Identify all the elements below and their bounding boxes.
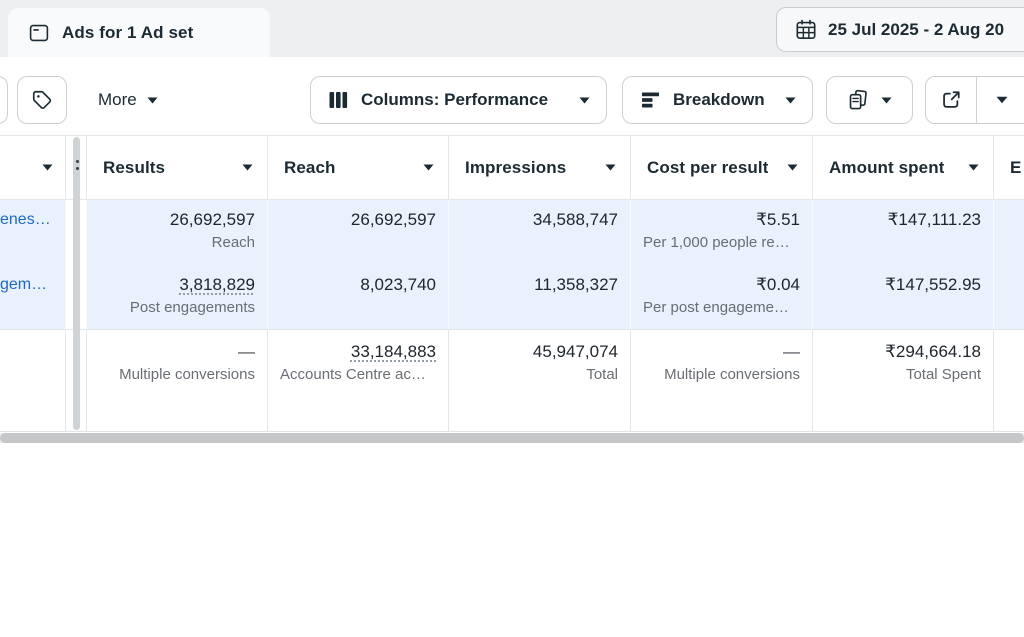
tags-button[interactable] [17, 76, 67, 124]
column-header-cost-per-result[interactable]: Cost per result [630, 136, 812, 199]
chevron-down-icon[interactable] [968, 164, 979, 171]
toolbar-partial-button[interactable] [0, 76, 8, 124]
breakdown-icon [641, 91, 660, 109]
cell-partial [993, 265, 1024, 329]
chevron-down-icon [785, 97, 796, 104]
chevron-down-icon [996, 96, 1008, 104]
chevron-down-icon[interactable] [787, 164, 798, 171]
columns-icon [329, 90, 348, 110]
cell-impressions: 34,588,747 [448, 200, 630, 265]
table-row[interactable]: gem… 3,818,829 Post engagements 8,023,74… [0, 265, 1024, 330]
cell-amount-spent: ₹147,552.95 [812, 265, 993, 329]
cell-reach: 26,692,597 [267, 200, 448, 265]
column-header-impressions[interactable]: Impressions [448, 136, 630, 199]
column-header-reach[interactable]: Reach [267, 136, 448, 199]
breakdown-button[interactable]: Breakdown [622, 76, 813, 124]
top-bar: Ads for 1 Ad set 25 Jul 2025 - 2 Aug 20 [0, 0, 1024, 57]
tag-icon [31, 89, 53, 111]
totals-partial [993, 330, 1024, 431]
chevron-down-icon[interactable] [423, 164, 434, 171]
chevron-down-icon [579, 97, 590, 104]
results-metric-link[interactable]: 3,818,829 [179, 275, 255, 294]
tab-label: Ads for 1 Ad set [62, 23, 193, 43]
cell-results: 3,818,829 Post engagements [86, 265, 267, 329]
cell-results: 26,692,597 Reach [86, 200, 267, 265]
chevron-down-icon[interactable] [242, 164, 253, 171]
cell-partial [993, 200, 1024, 265]
ads-manager-screen: Ads for 1 Ad set 25 Jul 2025 - 2 Aug 20 [0, 0, 1024, 637]
horizontal-scrollbar-thumb[interactable] [0, 433, 1024, 443]
export-icon [940, 89, 962, 111]
cell-impressions: 11,358,327 [448, 265, 630, 329]
column-header-partial[interactable]: En [993, 136, 1024, 199]
cell-amount-spent: ₹147,111.23 [812, 200, 993, 265]
chevron-down-icon[interactable] [605, 164, 616, 171]
table-totals-row: — Multiple conversions 33,184,883 Accoun… [0, 330, 1024, 432]
column-header-results[interactable]: Results [86, 136, 267, 199]
reports-button[interactable] [826, 76, 913, 124]
table-row[interactable]: enes… 26,692,597 Reach 26,692,597 34,588… [0, 200, 1024, 265]
cell-reach: 8,023,740 [267, 265, 448, 329]
ad-name-link[interactable]: enes… [0, 200, 65, 231]
breakdown-label: Breakdown [673, 90, 765, 110]
reports-icon [847, 89, 869, 111]
ads-table: Results Reach Impressions Cost per resul… [0, 135, 1024, 432]
columns-label: Columns: Performance [361, 90, 548, 110]
table-header-row: Results Reach Impressions Cost per resul… [0, 135, 1024, 200]
totals-cost-per-result: — Multiple conversions [630, 330, 812, 431]
calendar-icon [795, 19, 817, 41]
export-options-button[interactable] [977, 77, 1024, 123]
columns-button[interactable]: Columns: Performance [310, 76, 607, 124]
totals-results: — Multiple conversions [86, 330, 267, 431]
tab-ads-for-ad-set[interactable]: Ads for 1 Ad set [8, 8, 270, 57]
date-range-label: 25 Jul 2025 - 2 Aug 20 [828, 20, 1004, 40]
totals-impressions: 45,947,074 Total [448, 330, 630, 431]
window-icon [29, 23, 49, 43]
vertical-scrollbar[interactable] [73, 137, 80, 430]
more-label: More [98, 90, 137, 110]
cell-cost-per-result: ₹5.51 Per 1,000 people re… [630, 200, 812, 265]
export-button[interactable] [926, 77, 976, 123]
reach-metric-link[interactable]: 33,184,883 [351, 342, 436, 361]
ad-name-link[interactable]: gem… [0, 265, 65, 296]
chevron-down-icon [881, 97, 892, 104]
export-split-button [925, 76, 1024, 124]
date-range-button[interactable]: 25 Jul 2025 - 2 Aug 20 [776, 7, 1024, 52]
column-header-amount-spent[interactable]: Amount spent [812, 136, 993, 199]
column-header-name[interactable] [0, 136, 66, 199]
cell-cost-per-result: ₹0.04 Per post engageme… [630, 265, 812, 329]
totals-amount-spent: ₹294,664.18 Total Spent [812, 330, 993, 431]
chevron-down-icon [147, 97, 158, 104]
horizontal-scrollbar-track[interactable] [0, 433, 1024, 443]
more-dropdown[interactable]: More [98, 76, 158, 124]
totals-reach: 33,184,883 Accounts Centre ac… [267, 330, 448, 431]
column-drag-handle-icon[interactable] [76, 160, 79, 174]
chevron-down-icon[interactable] [42, 164, 53, 171]
